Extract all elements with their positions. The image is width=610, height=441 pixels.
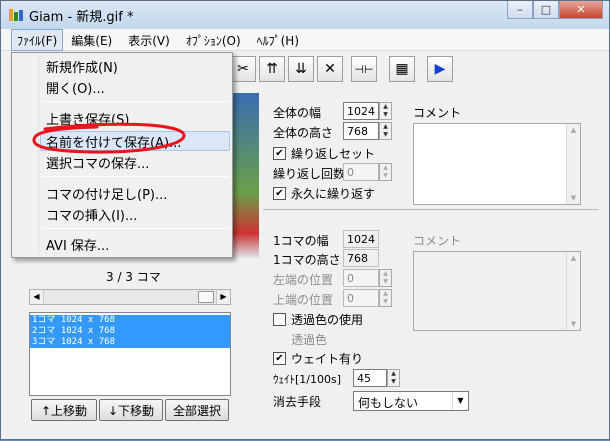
menu-file[interactable]: ﾌｧｲﾙ(F) bbox=[11, 29, 64, 51]
frame-comment-scrollbar[interactable]: ▲ ▼ bbox=[566, 252, 580, 330]
transparent-checkbox[interactable] bbox=[273, 313, 286, 326]
menu-new[interactable]: 新規作成(N) bbox=[46, 57, 118, 76]
top-position-field[interactable]: 0 bbox=[343, 289, 379, 307]
menu-separator bbox=[42, 101, 228, 102]
cut-icon[interactable]: ✂ bbox=[230, 56, 256, 82]
menu-view[interactable]: 表示(V) bbox=[120, 29, 178, 51]
fit-frame-icon[interactable]: ⊣⊢ bbox=[351, 56, 377, 82]
giam-app-icon bbox=[9, 9, 23, 21]
frame-height-field: 768 bbox=[343, 249, 379, 267]
global-width-field[interactable]: 1024 bbox=[343, 102, 379, 120]
minimize-button[interactable]: – bbox=[507, 1, 533, 19]
chevron-down-icon[interactable]: ▼ bbox=[452, 392, 468, 410]
menu-options[interactable]: ｵﾌﾟｼｮﾝ(O) bbox=[178, 29, 249, 51]
frame-counter: 3 / 3 コマ bbox=[106, 270, 161, 284]
app-window: Giam - 新規.gif * – □ ✕ ﾌｧｲﾙ(F) 編集(E) 表示(V… bbox=[0, 0, 610, 440]
frame-height-label: 1コマの高さ bbox=[273, 253, 341, 267]
scroll-left-arrow-icon[interactable]: ◀ bbox=[30, 290, 44, 304]
loop-count-label: 繰り返し回数 bbox=[273, 167, 346, 181]
grid-icon[interactable]: ▦ bbox=[389, 56, 415, 82]
global-comment-label: コメント bbox=[413, 106, 462, 120]
play-icon[interactable]: ▶ bbox=[427, 56, 453, 82]
maximize-button[interactable]: □ bbox=[533, 1, 559, 19]
wait-label: ウェイト有り bbox=[291, 352, 364, 366]
file-menu-dropdown: 新規作成(N) 開く(O)... 上書き保存(S) 名前を付けて保存(A)...… bbox=[11, 52, 233, 258]
global-height-spinner[interactable]: ▲ ▼ bbox=[379, 122, 392, 140]
comment-scrollbar[interactable]: ▲ ▼ bbox=[566, 124, 580, 204]
loop-forever-checkbox[interactable]: ✔ bbox=[273, 187, 286, 200]
frame-comment-label: コメント bbox=[413, 234, 462, 248]
wait-time-spinner[interactable]: ▲ ▼ bbox=[387, 369, 400, 387]
menu-save-as[interactable]: 名前を付けて保存(A)... bbox=[46, 132, 181, 151]
menu-help[interactable]: ﾍﾙﾌﾟ(H) bbox=[249, 29, 307, 51]
menu-bar: ﾌｧｲﾙ(F) 編集(E) 表示(V) ｵﾌﾟｼｮﾝ(O) ﾍﾙﾌﾟ(H) bbox=[1, 29, 609, 51]
menu-save[interactable]: 上書き保存(S) bbox=[46, 109, 129, 128]
menu-separator bbox=[42, 228, 228, 229]
loop-forever-label: 永久に繰り返す bbox=[291, 187, 376, 201]
list-item[interactable]: 2コマ 1024 x 768 bbox=[30, 326, 230, 337]
list-item[interactable]: 3コマ 1024 x 768 bbox=[30, 337, 230, 348]
move-up-button[interactable]: ↑上移動 bbox=[31, 399, 97, 421]
global-width-label: 全体の幅 bbox=[273, 106, 322, 120]
loop-set-label: 繰り返しセット bbox=[291, 147, 376, 161]
dispose-label: 消去手段 bbox=[273, 395, 322, 409]
menu-append-frame[interactable]: コマの付け足し(P)... bbox=[46, 184, 167, 203]
loop-set-checkbox[interactable]: ✔ bbox=[273, 147, 286, 160]
frame-scrollbar[interactable]: ◀ ▶ bbox=[29, 289, 231, 305]
menu-open[interactable]: 開く(O)... bbox=[46, 78, 105, 97]
close-button[interactable]: ✕ bbox=[559, 1, 603, 19]
scroll-right-arrow-icon[interactable]: ▶ bbox=[216, 290, 230, 304]
scroll-thumb[interactable] bbox=[198, 291, 214, 303]
global-width-spinner[interactable]: ▲ ▼ bbox=[379, 102, 392, 120]
frame-width-label: 1コマの幅 bbox=[273, 234, 329, 248]
loop-count-spinner[interactable]: ▲ ▼ bbox=[379, 163, 392, 181]
select-all-button[interactable]: 全部選択 bbox=[165, 399, 229, 421]
wait-time-field[interactable]: 45 bbox=[353, 369, 387, 387]
global-comment-field[interactable]: ▲ ▼ bbox=[413, 123, 581, 205]
move-down-button[interactable]: ↓下移動 bbox=[99, 399, 163, 421]
top-position-label: 上端の位置 bbox=[273, 293, 334, 307]
frame-comment-field[interactable]: ▲ ▼ bbox=[413, 251, 581, 331]
transparent-label: 透過色の使用 bbox=[291, 313, 364, 327]
menu-insert-frame[interactable]: コマの挿入(I)... bbox=[46, 205, 137, 224]
menu-separator bbox=[42, 176, 228, 177]
frame-list[interactable]: 1コマ 1024 x 768 2コマ 1024 x 768 3コマ 1024 x… bbox=[29, 312, 231, 396]
dispose-select[interactable]: 何もしない ▼ bbox=[353, 391, 469, 411]
title-bar[interactable]: Giam - 新規.gif * – □ ✕ bbox=[1, 1, 609, 29]
transparent-color-label: 透過色 bbox=[291, 333, 328, 347]
global-height-label: 全体の高さ bbox=[273, 126, 334, 140]
left-position-label: 左端の位置 bbox=[273, 273, 334, 287]
frame-width-field: 1024 bbox=[343, 230, 379, 248]
menu-edit[interactable]: 編集(E) bbox=[63, 29, 120, 51]
preview-area bbox=[233, 93, 259, 258]
menu-save-selected[interactable]: 選択コマの保存... bbox=[46, 153, 149, 172]
dispose-select-value: 何もしない bbox=[358, 396, 419, 410]
move-frame-down-icon[interactable]: ⇊ bbox=[288, 56, 314, 82]
menu-avi-save[interactable]: AVI 保存... bbox=[46, 235, 109, 254]
top-position-spinner[interactable]: ▲ ▼ bbox=[379, 289, 392, 307]
window-title: Giam - 新規.gif * bbox=[29, 10, 134, 25]
left-position-spinner[interactable]: ▲ ▼ bbox=[379, 269, 392, 287]
delete-icon[interactable]: ✕ bbox=[317, 56, 343, 82]
loop-count-field[interactable]: 0 bbox=[343, 163, 379, 181]
global-height-field[interactable]: 768 bbox=[343, 122, 379, 140]
left-position-field[interactable]: 0 bbox=[343, 269, 379, 287]
wait-time-label: ｳｪｲﾄ[1/100s] bbox=[273, 373, 342, 386]
wait-checkbox[interactable]: ✔ bbox=[273, 352, 286, 365]
menu-gutter bbox=[38, 55, 39, 255]
list-item[interactable]: 1コマ 1024 x 768 bbox=[30, 315, 230, 326]
move-frame-up-icon[interactable]: ⇈ bbox=[259, 56, 285, 82]
